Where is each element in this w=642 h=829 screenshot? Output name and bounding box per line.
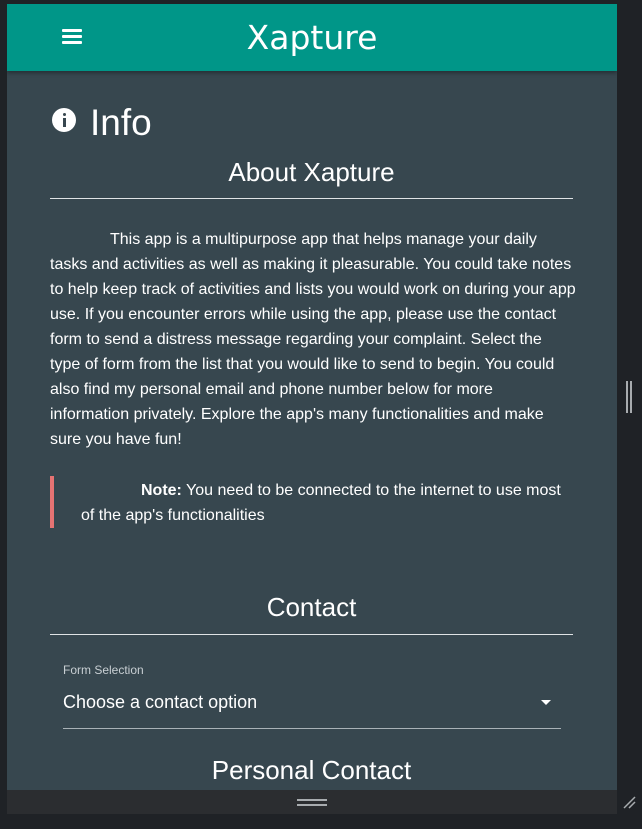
about-divider xyxy=(50,198,573,199)
contact-divider xyxy=(50,634,573,635)
about-paragraph: This app is a multipurpose app that help… xyxy=(50,231,576,448)
note-text: Note: You need to be connected to the in… xyxy=(81,478,561,528)
page-title: Info xyxy=(90,102,152,143)
note-accent-bar xyxy=(50,476,54,528)
vertical-resize-handle[interactable] xyxy=(626,381,632,413)
select-value: Choose a contact option xyxy=(63,692,258,712)
form-selection-label: Form Selection xyxy=(63,663,144,677)
note-label: Note: xyxy=(141,482,182,499)
corner-resize-grip-icon[interactable] xyxy=(621,794,637,810)
app-title: Xapture xyxy=(246,18,378,57)
app-window: Xapture Info About Xapture This app is a… xyxy=(7,4,617,790)
info-icon xyxy=(52,108,76,132)
dropdown-arrow-icon xyxy=(541,700,551,705)
window-bottom-bar xyxy=(7,790,617,814)
contact-heading: Contact xyxy=(266,592,357,622)
app-bar: Xapture xyxy=(7,4,617,71)
note-callout: Note: You need to be connected to the in… xyxy=(50,476,576,528)
personal-contact-heading: Personal Contact xyxy=(211,755,412,785)
about-heading: About Xapture xyxy=(228,157,395,187)
contact-option-select[interactable]: Choose a contact option xyxy=(63,688,561,729)
horizontal-resize-handle[interactable] xyxy=(297,799,327,806)
